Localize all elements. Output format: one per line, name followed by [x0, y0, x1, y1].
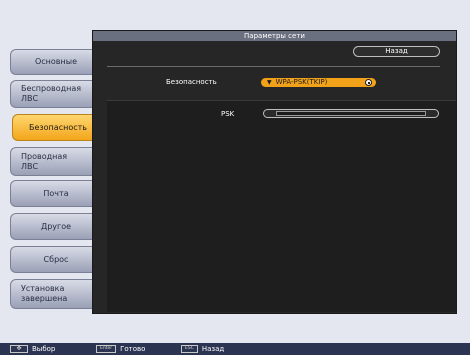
sidebar-item-label: Установка завершена — [21, 284, 68, 303]
projector-network-settings-screen: Основные Беспроводная ЛВС Безопасность П… — [0, 0, 470, 355]
sidebar-item-label: Проводная ЛВС — [21, 151, 68, 171]
sidebar-item-other[interactable]: Другое — [10, 213, 101, 240]
sidebar-item-wired-lan[interactable]: Проводная ЛВС — [10, 147, 101, 176]
sidebar-item-basic[interactable]: Основные — [10, 49, 101, 75]
security-select[interactable]: ▼ WPA-PSK(TKIP) — [261, 78, 376, 87]
psk-input[interactable] — [263, 109, 439, 118]
psk-input-inner — [276, 111, 426, 116]
sidebar-item-label: Беспроводная ЛВС — [21, 84, 82, 103]
sidebar-item-setup-complete[interactable]: Установка завершена — [10, 279, 101, 309]
back-button[interactable]: Назад — [353, 46, 440, 57]
help-item-done: Enter Готово — [96, 345, 145, 353]
refresh-icon — [365, 79, 372, 86]
sidebar-item-mail[interactable]: Почта — [10, 180, 101, 207]
esc-key-icon: ESC — [181, 345, 198, 353]
sidebar-item-label: Другое — [40, 221, 72, 231]
psk-label: PSK — [221, 110, 235, 118]
security-select-value: WPA-PSK(TKIP) — [275, 78, 328, 86]
help-select-label: Выбор — [32, 345, 56, 353]
help-item-back: ESC Назад — [181, 345, 224, 353]
sidebar-item-wireless-lan[interactable]: Беспроводная ЛВС — [10, 80, 101, 108]
network-settings-panel: Параметры сети Назад Безопасность ▼ WPA-… — [92, 30, 457, 314]
help-item-select: ✥ Выбор — [10, 345, 55, 353]
sidebar-item-security[interactable]: Безопасность — [12, 114, 103, 141]
sidebar-item-label: Сброс — [43, 254, 69, 264]
navigation-arrows-icon: ✥ — [10, 345, 28, 353]
help-bar: ✥ Выбор Enter Готово ESC Назад — [0, 343, 470, 355]
divider — [107, 66, 440, 67]
help-done-label: Готово — [120, 345, 146, 353]
sidebar-item-reset[interactable]: Сброс — [10, 246, 101, 273]
sidebar-item-label: Почта — [43, 188, 69, 198]
panel-title: Параметры сети — [93, 31, 456, 41]
sidebar-item-label: Основные — [34, 57, 77, 66]
enter-key-icon: Enter — [96, 345, 117, 353]
content-area — [107, 100, 456, 312]
chevron-down-icon: ▼ — [267, 79, 272, 86]
help-back-label: Назад — [201, 345, 225, 353]
security-label: Безопасность — [166, 78, 217, 86]
sidebar-item-label: Безопасность — [29, 122, 87, 132]
